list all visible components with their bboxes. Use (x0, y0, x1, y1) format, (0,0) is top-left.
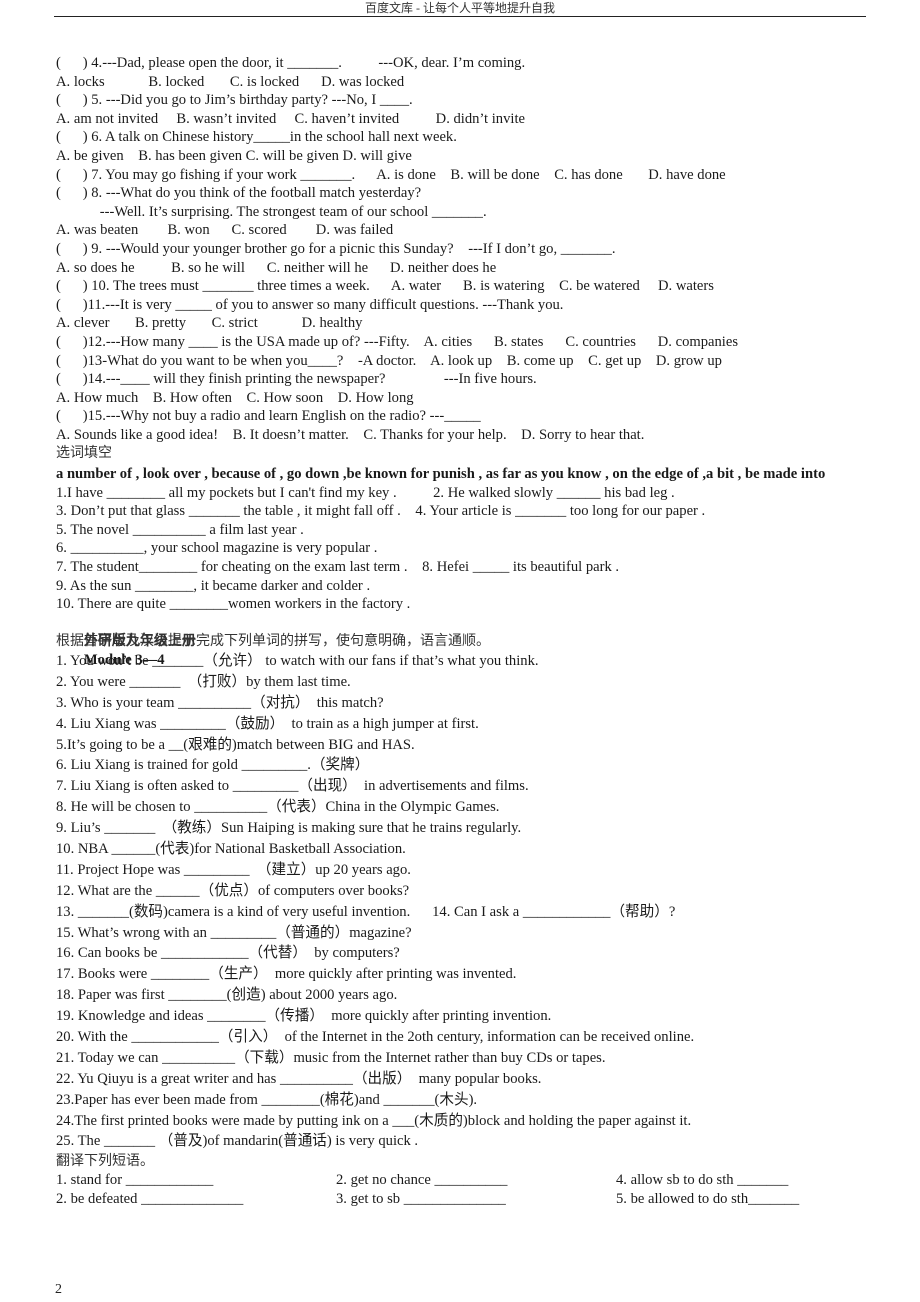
translation-row: 1. stand for ____________ 2. get no chan… (56, 1171, 856, 1190)
translation-item: 4. allow sb to do sth _______ (616, 1171, 789, 1188)
options-line: A. Sounds like a good idea! B. It doesn’… (56, 426, 645, 443)
spelling-item: 25. The _______ （普及)of mandarin(普通话) is … (56, 1133, 419, 1150)
spelling-item: 3. Who is your team __________（对抗） this … (56, 694, 384, 711)
translation-item: 2. get no chance __________ (336, 1171, 508, 1188)
word-fill-section: 选词填空 a number of , look over , because o… (56, 444, 856, 613)
spelling-item: 18. Paper was first ________(创造) about 2… (56, 987, 398, 1004)
question-line: ( ) 4.---Dad, please open the door, it _… (56, 55, 526, 71)
spelling-item: 17. Books were ________（生产） more quickly… (56, 966, 517, 983)
fill-item: 3. Don’t put that glass _______ the tabl… (56, 503, 706, 520)
choice-questions-section: ( ) 4.---Dad, please open the door, it _… (56, 54, 856, 444)
question-line: ( ) 8. ---What do you think of the footb… (56, 185, 422, 202)
module-instruction: 根据首字母及汉语提示完成下列单词的拼写，使句意明确，语言通顺。 (56, 633, 490, 650)
spelling-item: 16. Can books be ____________（代替） by com… (56, 945, 400, 962)
header-title: 百度文库 - 让每个人平等地提升自我 (365, 1, 555, 15)
spelling-item: 6. Liu Xiang is trained for gold _______… (56, 757, 370, 774)
spelling-item: 23.Paper has ever been made from _______… (56, 1091, 478, 1108)
options-line: A. so does he B. so he will C. neither w… (56, 259, 497, 276)
spelling-item: 19. Knowledge and ideas ________（传播） mor… (56, 1008, 552, 1025)
spelling-item: 22. Yu Qiuyu is a great writer and has _… (56, 1070, 542, 1087)
translation-item: 5. be allowed to do sth_______ (616, 1190, 800, 1207)
fill-item: 9. As the sun ________, it became darker… (56, 577, 371, 594)
fill-item: 7. The student________ for cheating on t… (56, 559, 620, 576)
question-line: ( )12.---How many ____ is the USA made u… (56, 333, 739, 350)
question-line: ---Well. It’s surprising. The strongest … (56, 203, 487, 220)
options-line: A. locks B. locked C. is locked D. was l… (56, 73, 405, 90)
fill-item: 6. __________, your school magazine is v… (56, 540, 378, 557)
spelling-item: 4. Liu Xiang was _________（鼓励） to train … (56, 715, 479, 732)
translation-item: 2. be defeated ______________ (56, 1190, 244, 1207)
options-line: A. be given B. has been given C. will be… (56, 147, 412, 164)
section-heading: 翻译下列短语。 (56, 1153, 154, 1170)
spelling-item: 9. Liu’s _______ （教练）Sun Haiping is maki… (56, 820, 522, 837)
fill-item: 5. The novel __________ a film last year… (56, 521, 304, 538)
spelling-item: 7. Liu Xiang is often asked to _________… (56, 778, 529, 795)
module-title: 外研版九年级上册 Module 3—4 (56, 614, 856, 668)
options-line: A. clever B. pretty C. strict D. healthy (56, 315, 363, 332)
question-line: ( )11.---It is very _____ of you to answ… (56, 296, 564, 313)
spelling-item: 1. You won’t be _______（允许） to watch wit… (56, 653, 539, 669)
spelling-item: 2. You were _______ （打败）by them last tim… (56, 673, 351, 690)
spelling-item: 11. Project Hope was _________ （建立）up 20… (56, 861, 411, 878)
spelling-item: 15. What’s wrong with an _________（普通的）m… (56, 924, 412, 941)
question-line: ( ) 7. You may go fishing if your work _… (56, 166, 726, 183)
options-line: A. was beaten B. won C. scored D. was fa… (56, 222, 394, 239)
spelling-item: 12. What are the ______（优点）of computers … (56, 882, 410, 899)
options-line: A. How much B. How often C. How soon D. … (56, 389, 414, 406)
fill-item: 10. There are quite ________women worker… (56, 596, 411, 613)
question-line: ( ) 6. A talk on Chinese history_____in … (56, 129, 457, 146)
spelling-item: 5.It’s going to be a __(艰难的)match betwee… (56, 736, 415, 753)
word-bank: a number of , look over , because of , g… (56, 466, 826, 483)
translation-item: 1. stand for ____________ (56, 1171, 214, 1188)
translation-item: 3. get to sb ______________ (336, 1190, 506, 1207)
question-line: ( )14.---____ will they finish printing … (56, 371, 537, 388)
options-line: A. am not invited B. wasn’t invited C. h… (56, 110, 525, 127)
translation-row: 2. be defeated ______________ 3. get to … (56, 1190, 856, 1209)
question-line: ( ) 10. The trees must _______ three tim… (56, 278, 714, 295)
translation-section: 翻译下列短语。 1. stand for ____________ 2. get… (56, 1152, 856, 1208)
header-divider (54, 16, 866, 17)
spelling-item: 20. With the ____________（引入） of the Int… (56, 1029, 695, 1046)
spelling-item: 21. Today we can __________（下载）music fro… (56, 1049, 606, 1066)
question-line: ( ) 5. ---Did you go to Jim’s birthday p… (56, 92, 413, 109)
section-heading: 选词填空 (56, 445, 112, 462)
question-line: ( )15.---Why not buy a radio and learn E… (56, 408, 481, 425)
page-number: 2 (55, 1282, 62, 1297)
question-line: ( ) 9. ---Would your younger brother go … (56, 240, 616, 257)
spelling-item: 10. NBA ______(代表)for National Basketbal… (56, 841, 406, 858)
spelling-item: 13. _______(数码)camera is a kind of very … (56, 903, 676, 920)
fill-item: 1.I have ________ all my pockets but I c… (56, 484, 675, 501)
question-line: ( )13-What do you want to be when you___… (56, 352, 722, 369)
spelling-item: 24.The first printed books were made by … (56, 1112, 692, 1129)
document-body: ( ) 4.---Dad, please open the door, it _… (56, 54, 856, 1208)
spelling-item: 8. He will be chosen to __________（代表）Ch… (56, 799, 500, 816)
module-section: 外研版九年级上册 Module 3—4 根据首字母及汉语提示完成下列单词的拼写，… (56, 614, 856, 1153)
